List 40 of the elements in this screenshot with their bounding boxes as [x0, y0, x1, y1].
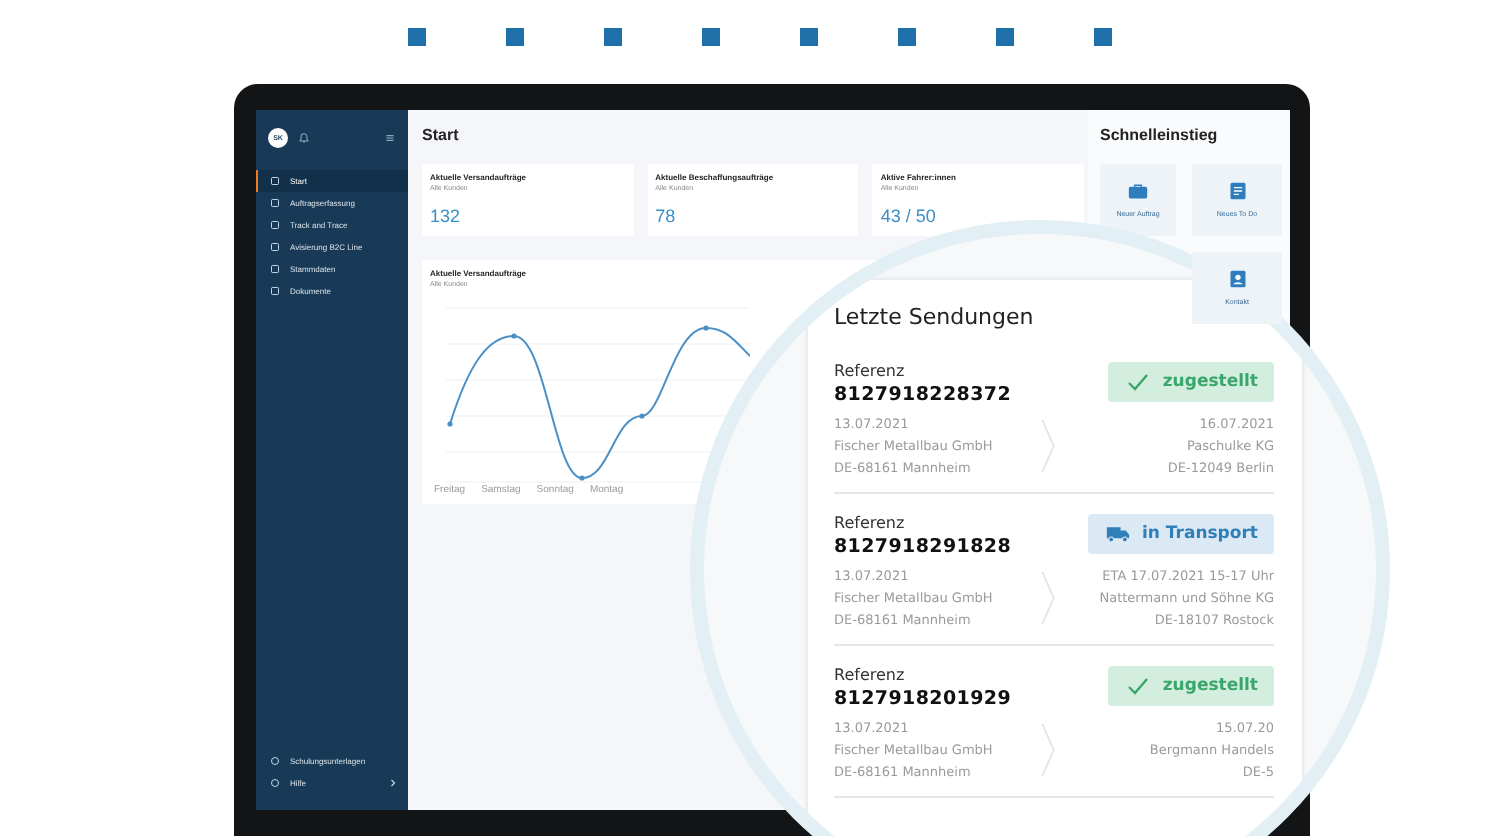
menu-icon[interactable] — [384, 132, 396, 144]
contact-card-icon — [1227, 270, 1247, 288]
card-title: Letzte Sendungen — [834, 304, 1036, 330]
briefcase-icon — [1128, 182, 1148, 200]
status-badge: in Transport — [1087, 514, 1274, 554]
square-icon — [270, 220, 280, 230]
square-icon — [506, 28, 524, 46]
reference-number: 8127918228372 — [834, 384, 1012, 406]
stat-value: 132 — [430, 206, 463, 226]
square-icon — [270, 198, 280, 208]
reference-number: 8127918291828 — [834, 536, 1012, 558]
circle-icon — [270, 756, 280, 766]
stat-value: 43 / 50 — [880, 206, 938, 226]
chevron-right-icon — [390, 778, 396, 788]
square-icon — [996, 28, 1014, 46]
square-icon — [702, 28, 720, 46]
square-icon — [270, 242, 280, 252]
square-icon — [270, 286, 280, 296]
circle-icon — [270, 778, 280, 788]
chevron-right-icon — [1040, 722, 1057, 778]
square-icon — [270, 264, 280, 274]
status-badge: zugestellt — [1108, 666, 1274, 706]
square-icon — [1094, 28, 1112, 46]
reference-label: Referenz — [834, 362, 907, 380]
chevron-right-icon — [1040, 570, 1057, 626]
reference-number: 8127918201929 — [834, 688, 1012, 710]
page-title: Start — [422, 126, 461, 148]
section-title: Schnelleinstieg — [1100, 126, 1220, 148]
stat-value: 78 — [655, 206, 678, 226]
square-icon — [408, 28, 426, 46]
status-badge: zugestellt — [1108, 362, 1274, 402]
chevron-right-icon — [1040, 418, 1057, 474]
square-icon — [898, 28, 916, 46]
reference-label: Referenz — [834, 514, 907, 532]
square-icon — [270, 176, 280, 186]
square-icon — [604, 28, 622, 46]
square-icon — [800, 28, 818, 46]
reference-label: Referenz — [834, 666, 907, 684]
bell-icon[interactable] — [298, 132, 310, 144]
document-icon — [1227, 182, 1247, 200]
